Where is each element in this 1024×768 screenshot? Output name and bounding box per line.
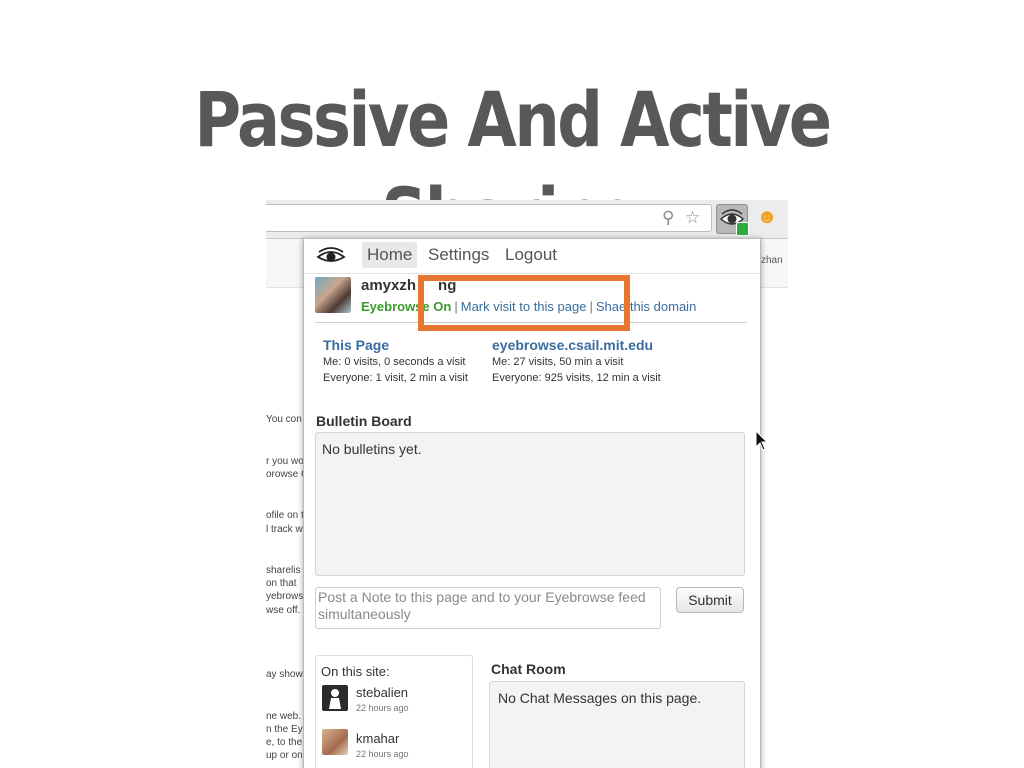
nav-home[interactable]: Home bbox=[362, 242, 418, 268]
background-text: l track w bbox=[266, 524, 303, 535]
eye-extension-button[interactable] bbox=[716, 204, 749, 236]
background-text: e, to the bbox=[266, 737, 303, 748]
chat-room-title: Chat Room bbox=[491, 661, 566, 677]
user-avatar[interactable] bbox=[322, 685, 348, 711]
bulletin-board-title: Bulletin Board bbox=[316, 413, 412, 429]
highlight-box bbox=[418, 275, 630, 331]
site-user-time: 22 hours ago bbox=[356, 749, 409, 759]
this-page-title: This Page bbox=[323, 337, 390, 353]
site-user-name[interactable]: stebalien bbox=[356, 685, 408, 700]
submit-button[interactable]: Submit bbox=[676, 587, 744, 613]
bulletin-board: No bulletins yet. bbox=[315, 432, 745, 576]
background-text: yebrows bbox=[266, 591, 304, 602]
this-page-everyone-stat: Everyone: 1 visit, 2 min a visit bbox=[323, 372, 468, 384]
mouse-cursor-icon bbox=[755, 430, 769, 451]
background-text: ofile on t bbox=[266, 510, 304, 521]
background-text: You con bbox=[266, 414, 302, 425]
eyebrowse-status-label: Eyebrows bbox=[361, 299, 423, 314]
eyebrowse-logo-icon bbox=[316, 247, 346, 262]
popup-nav: Home Settings Logout bbox=[304, 239, 760, 274]
background-text: up or on bbox=[266, 750, 303, 761]
nav-settings[interactable]: Settings bbox=[423, 242, 494, 268]
person-icon bbox=[329, 689, 341, 709]
star-icon[interactable]: ☆ bbox=[685, 209, 700, 227]
domain-title-link[interactable]: eyebrowse.csail.mit.edu bbox=[492, 337, 653, 353]
domain-everyone-stat: Everyone: 925 visits, 12 min a visit bbox=[492, 372, 661, 384]
cat-icon[interactable]: ☻ bbox=[754, 204, 780, 230]
background-text: sharelis bbox=[266, 565, 301, 576]
background-text: wse off. bbox=[266, 605, 301, 616]
on-this-site-panel: On this site: stebalien 22 hours ago kma… bbox=[315, 655, 473, 768]
nav-logout[interactable]: Logout bbox=[500, 242, 562, 268]
domain-me-stat: Me: 27 visits, 50 min a visit bbox=[492, 356, 624, 368]
this-page-me-stat: Me: 0 visits, 0 seconds a visit bbox=[323, 356, 466, 368]
background-text: on that bbox=[266, 578, 297, 589]
background-text: ay showi bbox=[266, 669, 305, 680]
site-user-time: 22 hours ago bbox=[356, 703, 409, 713]
user-avatar[interactable] bbox=[322, 729, 348, 755]
address-bar[interactable]: ⚲ ☆ bbox=[266, 204, 712, 232]
browser-toolbar: ⚲ ☆ ☻ bbox=[266, 200, 788, 239]
lock-badge-icon bbox=[736, 222, 749, 236]
background-text: n the Ey bbox=[266, 724, 303, 735]
chat-empty-text: No Chat Messages on this page. bbox=[498, 690, 702, 706]
site-user-name[interactable]: kmahar bbox=[356, 731, 399, 746]
background-text: r you wo bbox=[266, 456, 304, 467]
magnifier-icon[interactable]: ⚲ bbox=[662, 209, 674, 227]
on-this-site-title: On this site: bbox=[321, 664, 390, 679]
chat-room-panel: No Chat Messages on this page. bbox=[489, 681, 745, 768]
user-avatar bbox=[315, 277, 351, 313]
note-input[interactable] bbox=[315, 587, 661, 629]
background-text: orowse C bbox=[266, 469, 309, 480]
bulletin-empty-text: No bulletins yet. bbox=[322, 441, 422, 457]
